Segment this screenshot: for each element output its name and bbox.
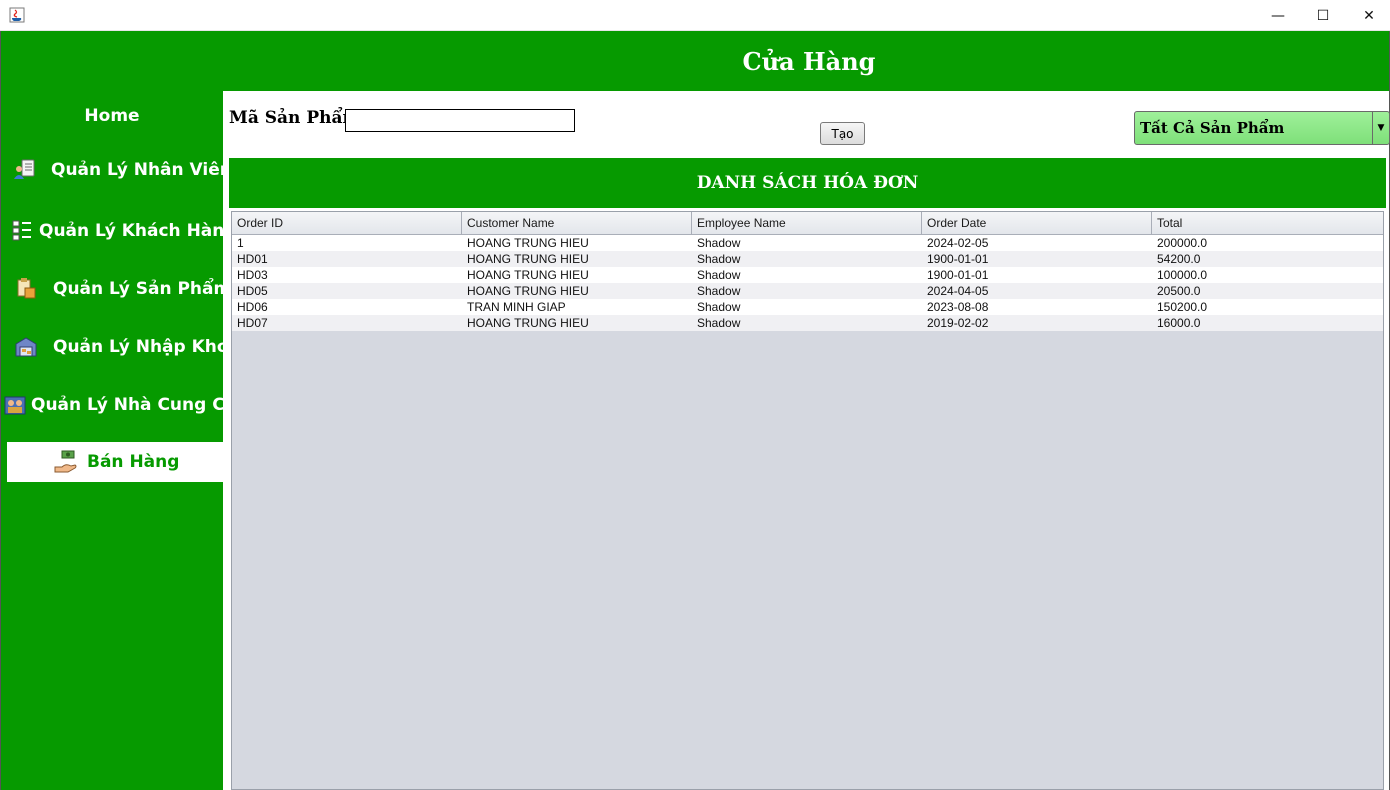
column-header-total[interactable]: Total <box>1152 212 1383 234</box>
table-row[interactable]: HD05 HOANG TRUNG HIEU Shadow 2024-04-05 … <box>232 283 1383 299</box>
cell-total: 100000.0 <box>1157 268 1208 282</box>
table-row[interactable]: HD07 HOANG TRUNG HIEU Shadow 2019-02-02 … <box>232 315 1383 331</box>
cell-employee-name: Shadow <box>697 268 741 282</box>
table-header-row: Order ID Customer Name Employee Name Ord… <box>232 212 1383 235</box>
app-header: Cửa Hàng <box>1 31 1389 91</box>
sidebar-item-suppliers[interactable]: Quản Lý Nhà Cung Cấp <box>1 385 248 425</box>
cell-employee-name: Shadow <box>697 236 741 250</box>
cell-employee-name: Shadow <box>697 252 741 266</box>
chevron-down-icon[interactable]: ▼ <box>1372 112 1389 144</box>
product-filter-value: Tất Cả Sản Phẩm <box>1140 119 1285 137</box>
supplier-icon <box>4 396 26 415</box>
cell-order-date: 1900-01-01 <box>927 268 989 282</box>
cell-employee-name: Shadow <box>697 284 741 298</box>
main-content: Mã Sản Phẩm Tạo Tất Cả Sản Phẩm ▼ DANH S… <box>223 91 1390 790</box>
sidebar-item-home[interactable]: Home <box>1 96 227 136</box>
customer-icon <box>12 220 31 241</box>
sidebar-item-label: Quản Lý Nhập Kho <box>53 337 229 357</box>
cell-total: 150200.0 <box>1157 300 1208 314</box>
sidebar: Home Quản Lý Nhân Viên Quản Lý Khách Hàn… <box>1 91 265 790</box>
cell-order-date: 2023-08-08 <box>927 300 989 314</box>
table-row[interactable]: 1 HOANG TRUNG HIEU Shadow 2024-02-05 200… <box>232 235 1383 251</box>
cell-order-date: 2019-02-02 <box>927 316 989 330</box>
app-title: Cửa Hàng <box>742 46 876 76</box>
create-button[interactable]: Tạo <box>820 122 865 145</box>
cell-employee-name: Shadow <box>697 300 741 314</box>
cell-order-id: HD06 <box>237 300 268 314</box>
cell-order-id: HD05 <box>237 284 268 298</box>
product-icon <box>17 278 36 299</box>
table-row[interactable]: HD06 TRAN MINH GIAP Shadow 2023-08-08 15… <box>232 299 1383 315</box>
close-button[interactable]: ✕ <box>1346 0 1390 31</box>
cell-order-id: HD07 <box>237 316 268 330</box>
cell-order-date: 1900-01-01 <box>927 252 989 266</box>
cell-order-id: HD01 <box>237 252 268 266</box>
cell-order-date: 2024-04-05 <box>927 284 989 298</box>
cell-order-id: 1 <box>237 236 244 250</box>
warehouse-icon <box>15 337 37 357</box>
sidebar-item-customers[interactable]: Quản Lý Khách Hàng <box>1 211 237 251</box>
cell-total: 20500.0 <box>1157 284 1201 298</box>
cell-customer-name: HOANG TRUNG HIEU <box>467 252 589 266</box>
sidebar-item-label: Bán Hàng <box>87 452 180 472</box>
sidebar-item-label: Quản Lý Nhà Cung Cấp <box>31 395 249 415</box>
invoice-list-header: DANH SÁCH HÓA ĐƠN <box>229 158 1386 208</box>
product-code-label: Mã Sản Phẩm <box>229 108 361 128</box>
cell-customer-name: TRAN MINH GIAP <box>467 300 566 314</box>
cell-customer-name: HOANG TRUNG HIEU <box>467 268 589 282</box>
cell-customer-name: HOANG TRUNG HIEU <box>467 284 589 298</box>
table-row[interactable]: HD01 HOANG TRUNG HIEU Shadow 1900-01-01 … <box>232 251 1383 267</box>
sidebar-item-products[interactable]: Quản Lý Sản Phẩm <box>1 269 235 309</box>
product-filter-select[interactable]: Tất Cả Sản Phẩm ▼ <box>1134 111 1390 145</box>
invoice-list-title: DANH SÁCH HÓA ĐƠN <box>696 173 919 193</box>
sidebar-item-label: Quản Lý Sản Phẩm <box>53 279 232 299</box>
maximize-button[interactable]: ☐ <box>1300 0 1346 31</box>
java-app-icon <box>9 7 25 23</box>
cell-total: 200000.0 <box>1157 236 1208 250</box>
column-header-order-id[interactable]: Order ID <box>232 212 462 234</box>
column-header-customer-name[interactable]: Customer Name <box>462 212 692 234</box>
employee-icon <box>14 159 35 179</box>
cell-order-id: HD03 <box>237 268 268 282</box>
cell-total: 54200.0 <box>1157 252 1201 266</box>
sidebar-item-import[interactable]: Quản Lý Nhập Kho <box>1 327 235 367</box>
cell-total: 16000.0 <box>1157 316 1201 330</box>
cell-customer-name: HOANG TRUNG HIEU <box>467 316 589 330</box>
sales-icon <box>54 450 77 473</box>
column-header-employee-name[interactable]: Employee Name <box>692 212 922 234</box>
sidebar-item-employees[interactable]: Quản Lý Nhân Viên <box>1 150 233 190</box>
sidebar-item-label: Quản Lý Nhân Viên <box>51 160 232 180</box>
sidebar-item-label: Home <box>84 106 140 126</box>
window-titlebar: — ☐ ✕ <box>0 0 1390 31</box>
cell-customer-name: HOANG TRUNG HIEU <box>467 236 589 250</box>
column-header-order-date[interactable]: Order Date <box>922 212 1152 234</box>
cell-order-date: 2024-02-05 <box>927 236 989 250</box>
invoice-table[interactable]: Order ID Customer Name Employee Name Ord… <box>231 211 1384 790</box>
minimize-button[interactable]: — <box>1255 0 1301 31</box>
table-row[interactable]: HD03 HOANG TRUNG HIEU Shadow 1900-01-01 … <box>232 267 1383 283</box>
product-code-input[interactable] <box>345 109 575 132</box>
sidebar-item-label: Quản Lý Khách Hàng <box>39 221 237 241</box>
cell-employee-name: Shadow <box>697 316 741 330</box>
